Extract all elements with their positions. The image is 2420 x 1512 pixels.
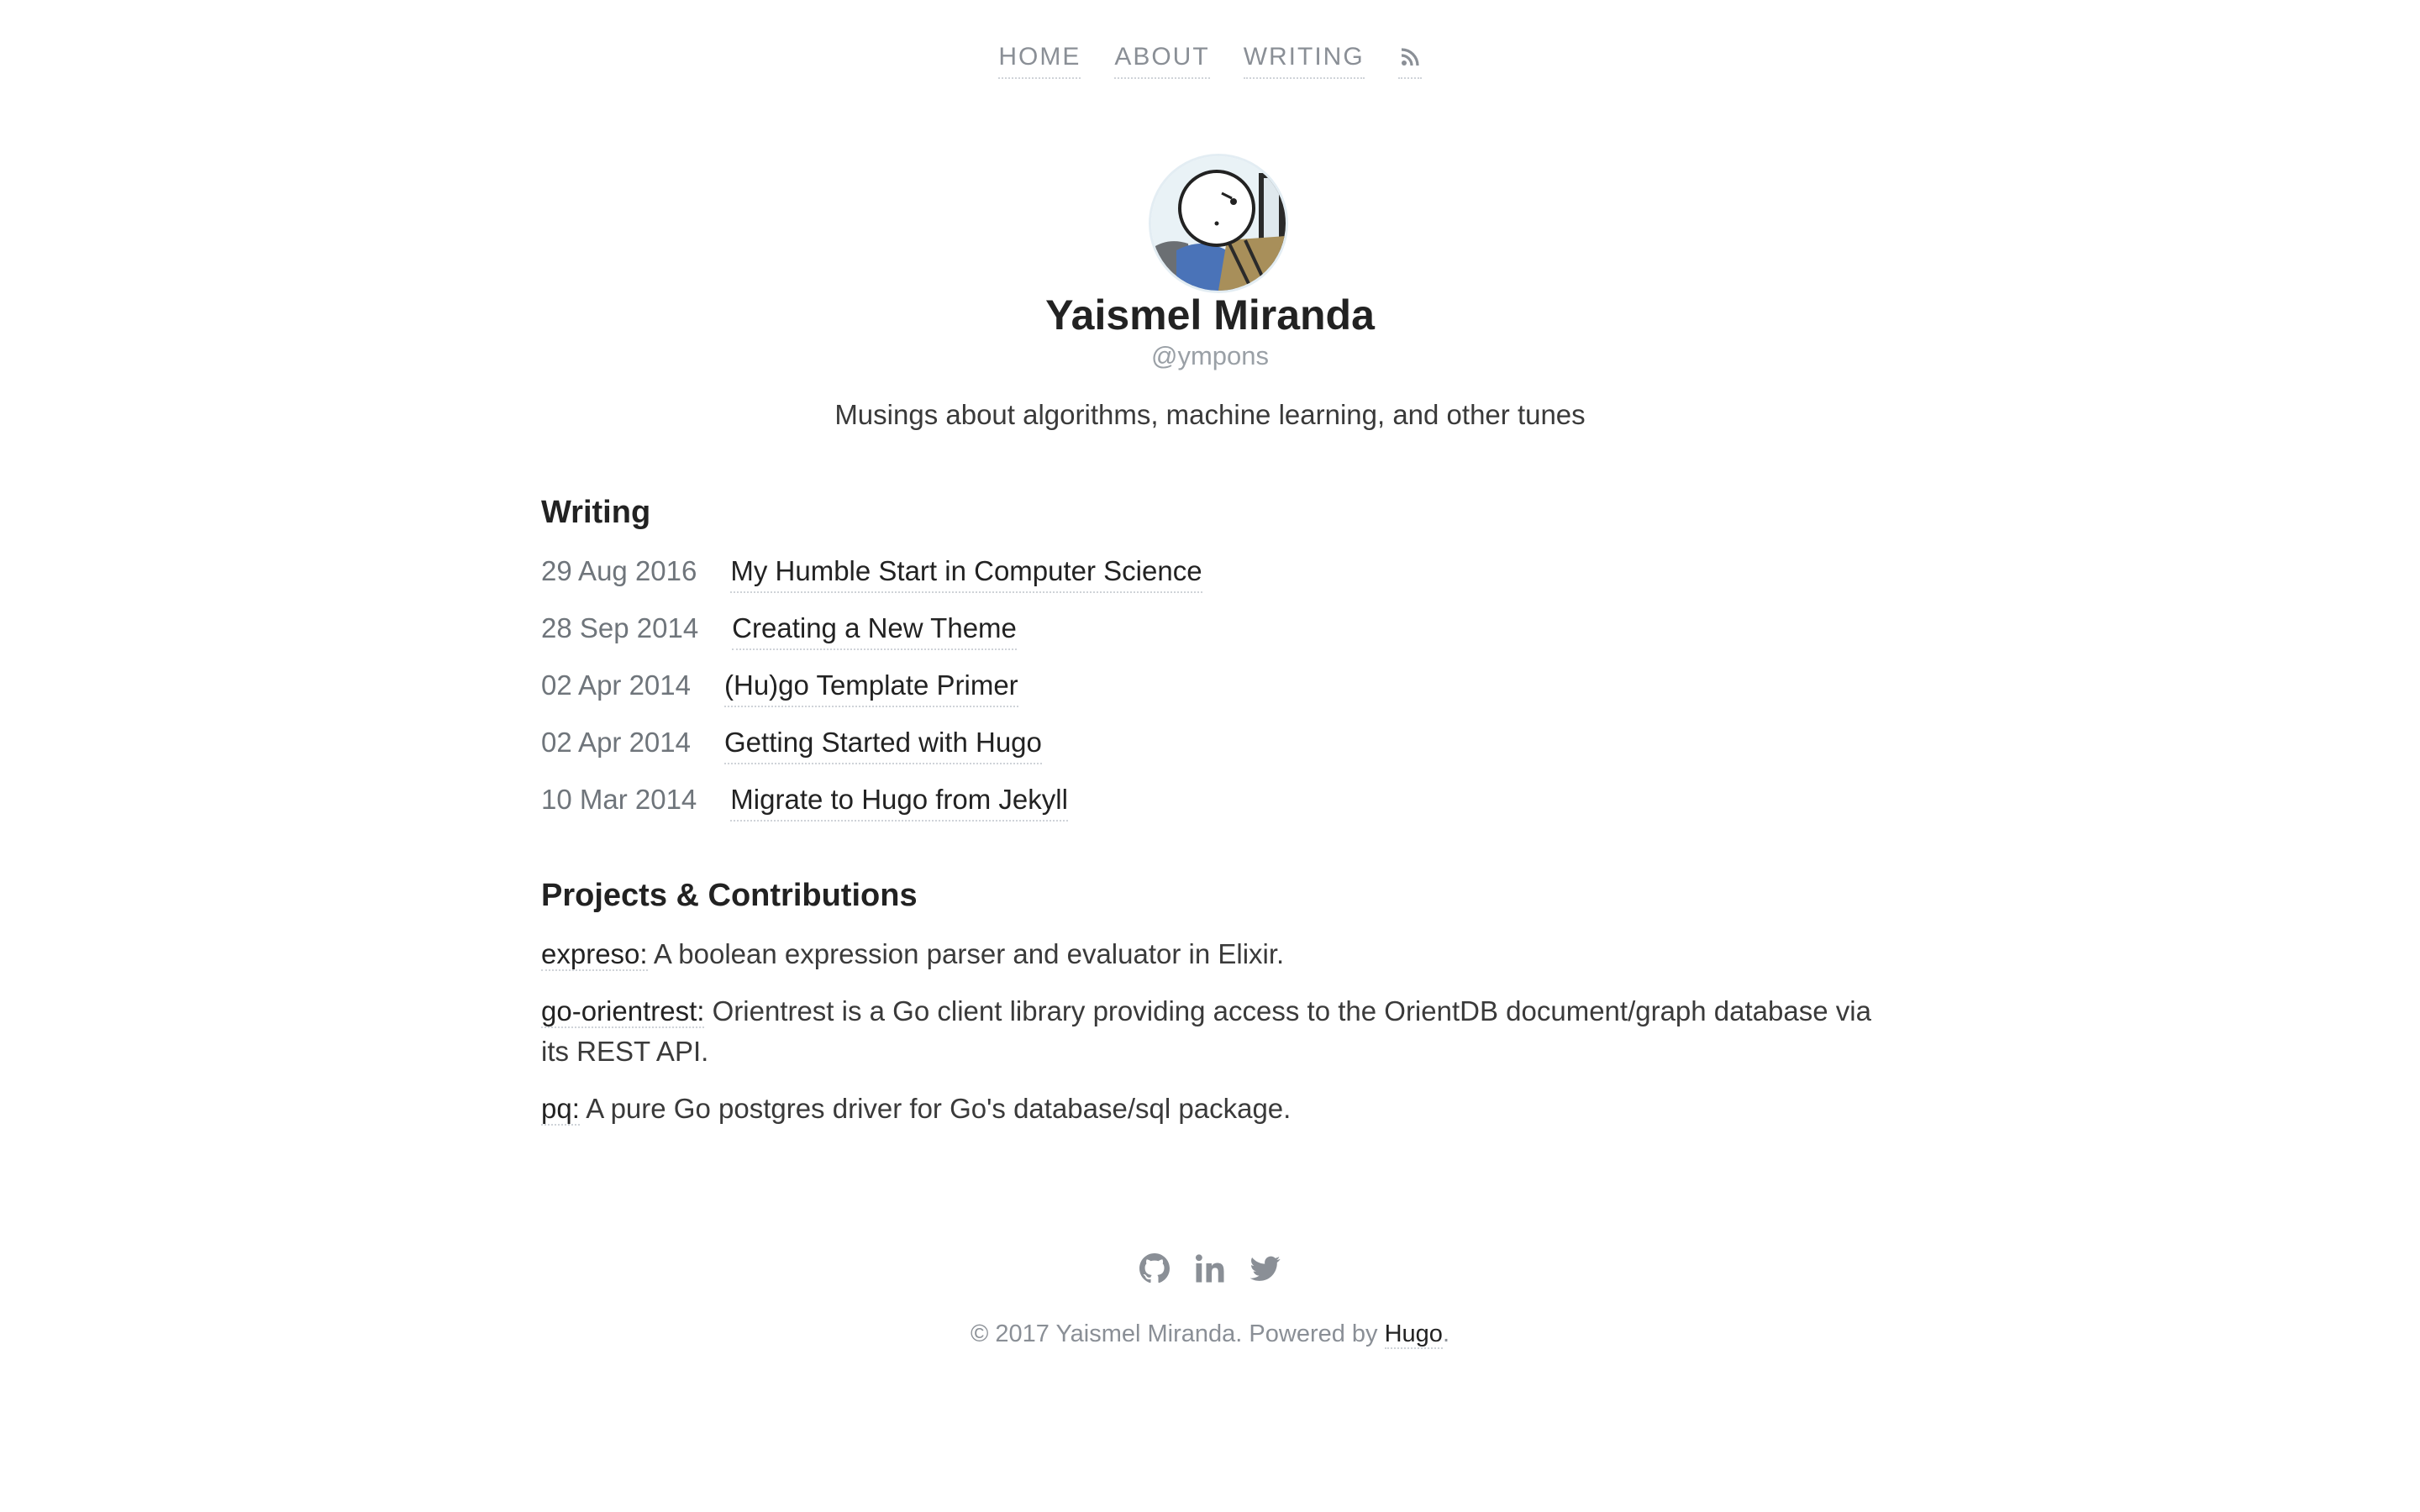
- social-links: [0, 1252, 2420, 1285]
- post-item: 02 Apr 2014 Getting Started with Hugo: [541, 724, 1886, 781]
- project-description: Orientrest is a Go client library provid…: [541, 995, 1871, 1067]
- post-item: 29 Aug 2016 My Humble Start in Computer …: [541, 553, 1886, 610]
- post-link[interactable]: My Humble Start in Computer Science: [730, 553, 1202, 593]
- project-link[interactable]: expreso:: [541, 938, 648, 971]
- avatar: [1151, 156, 1286, 291]
- post-link[interactable]: Getting Started with Hugo: [724, 724, 1042, 764]
- project-item: expreso: A boolean expression parser and…: [541, 934, 1886, 974]
- footer: © 2017 Yaismel Miranda. Powered by Hugo.: [0, 1317, 2420, 1351]
- footer-copyright: © 2017 Yaismel Miranda. Powered by: [971, 1320, 1385, 1347]
- project-link[interactable]: go-orientrest:: [541, 995, 705, 1028]
- writing-heading: Writing: [541, 495, 651, 530]
- footer-end: .: [1442, 1320, 1449, 1347]
- main-content: Writing 29 Aug 2016 My Humble Start in C…: [541, 487, 1886, 1146]
- post-link[interactable]: Migrate to Hugo from Jekyll: [730, 781, 1068, 822]
- post-item: 02 Apr 2014 (Hu)go Template Primer: [541, 667, 1886, 724]
- post-date: 02 Apr 2014: [541, 727, 691, 758]
- project-item: go-orientrest: Orientrest is a Go client…: [541, 991, 1886, 1072]
- project-link[interactable]: pq:: [541, 1093, 580, 1126]
- profile-name: Yaismel Miranda: [1045, 291, 1375, 339]
- rss-icon[interactable]: [1397, 40, 1422, 79]
- nav-about-link[interactable]: ABOUT: [1114, 40, 1210, 79]
- hugo-link[interactable]: Hugo: [1384, 1320, 1443, 1349]
- profile-handle: @ympons: [1150, 341, 1269, 370]
- project-list: expreso: A boolean expression parser and…: [541, 934, 1886, 1129]
- project-description: A boolean expression parser and evaluato…: [647, 938, 1285, 969]
- post-date: 10 Mar 2014: [541, 784, 697, 815]
- post-date: 28 Sep 2014: [541, 612, 699, 643]
- page: HOME ABOUT WRITING Yaismel Miranda @ympo…: [0, 0, 2420, 1512]
- post-link[interactable]: Creating a New Theme: [732, 610, 1017, 650]
- linkedin-icon[interactable]: [1193, 1252, 1227, 1285]
- nav-writing-link[interactable]: WRITING: [1243, 40, 1365, 79]
- projects-heading: Projects & Contributions: [541, 878, 918, 913]
- top-nav: HOME ABOUT WRITING: [0, 40, 2420, 79]
- twitter-icon[interactable]: [1249, 1252, 1282, 1285]
- post-item: 28 Sep 2014 Creating a New Theme: [541, 610, 1886, 667]
- github-icon[interactable]: [1138, 1252, 1171, 1285]
- nav-home-link[interactable]: HOME: [998, 40, 1081, 79]
- profile-tagline: Musings about algorithms, machine learni…: [834, 399, 1586, 430]
- post-date: 02 Apr 2014: [541, 669, 691, 701]
- project-description: A pure Go postgres driver for Go's datab…: [579, 1093, 1292, 1124]
- post-list: 29 Aug 2016 My Humble Start in Computer …: [541, 553, 1886, 838]
- post-date: 29 Aug 2016: [541, 555, 697, 586]
- project-item: pq: A pure Go postgres driver for Go's d…: [541, 1089, 1886, 1129]
- post-item: 10 Mar 2014 Migrate to Hugo from Jekyll: [541, 781, 1886, 838]
- post-link[interactable]: (Hu)go Template Primer: [724, 667, 1018, 707]
